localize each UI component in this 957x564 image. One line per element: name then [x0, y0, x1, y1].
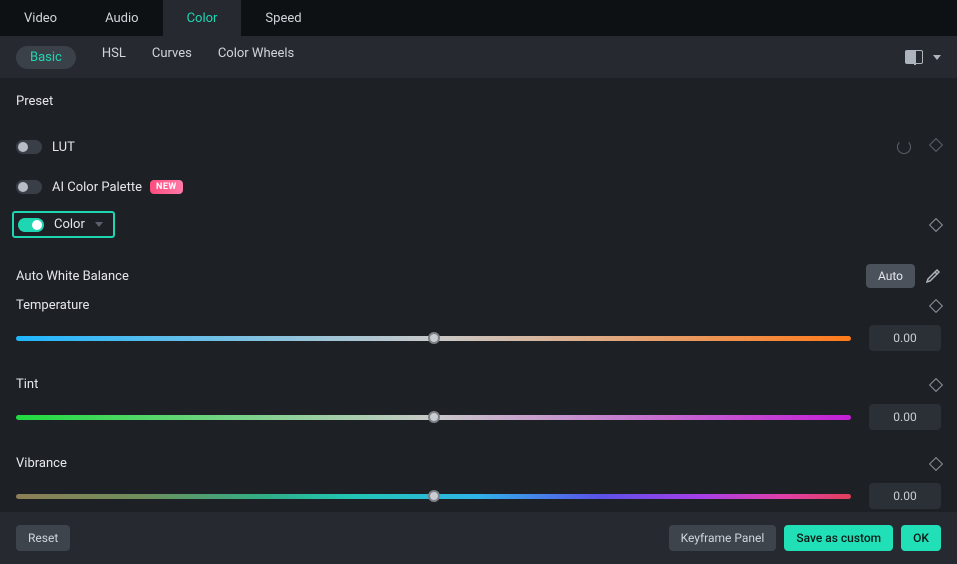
- temperature-keyframe-diamond-icon[interactable]: [929, 298, 943, 312]
- tint-label: Tint: [16, 377, 38, 392]
- content-panel: Preset LUT AI Color Palette NEW Color Au…: [0, 78, 957, 512]
- vibrance-block: Vibrance 0.00: [16, 456, 941, 509]
- collapse-arrow-icon: [95, 222, 103, 227]
- auto-button[interactable]: Auto: [866, 264, 915, 288]
- keyframe-panel-button[interactable]: Keyframe Panel: [669, 525, 777, 551]
- ok-button[interactable]: OK: [901, 525, 941, 551]
- sub-tab-color-wheels[interactable]: Color Wheels: [218, 46, 294, 69]
- eyedropper-icon[interactable]: [925, 268, 941, 284]
- tint-slider-thumb[interactable]: [428, 411, 440, 423]
- vibrance-slider-thumb[interactable]: [428, 490, 440, 502]
- lut-reset-icon[interactable]: [897, 140, 911, 154]
- temperature-value[interactable]: 0.00: [869, 325, 941, 351]
- tint-keyframe-diamond-icon[interactable]: [929, 377, 943, 391]
- color-section-row: Color: [16, 211, 941, 238]
- temperature-label: Temperature: [16, 298, 89, 313]
- reset-button[interactable]: Reset: [16, 525, 70, 551]
- color-keyframe-diamond-icon[interactable]: [929, 217, 943, 231]
- tab-video[interactable]: Video: [0, 0, 81, 36]
- sub-tabs-row: Basic HSL Curves Color Wheels: [0, 36, 957, 78]
- sub-tab-hsl[interactable]: HSL: [102, 46, 126, 69]
- sub-tab-curves[interactable]: Curves: [152, 46, 192, 69]
- tint-slider[interactable]: [16, 415, 851, 420]
- lut-keyframe-diamond-icon[interactable]: [929, 138, 943, 152]
- ai-palette-toggle[interactable]: [16, 180, 42, 194]
- compare-dropdown-icon[interactable]: [933, 55, 941, 60]
- tint-block: Tint 0.00: [16, 377, 941, 430]
- tab-color[interactable]: Color: [163, 0, 242, 36]
- top-tabs: Video Audio Color Speed: [0, 0, 957, 36]
- vibrance-keyframe-diamond-icon[interactable]: [929, 456, 943, 470]
- save-as-custom-button[interactable]: Save as custom: [784, 525, 893, 551]
- ai-palette-row: AI Color Palette NEW: [16, 167, 941, 207]
- lut-toggle[interactable]: [16, 140, 42, 154]
- vibrance-slider[interactable]: [16, 494, 851, 499]
- lut-row: LUT: [16, 127, 941, 167]
- vibrance-value[interactable]: 0.00: [869, 483, 941, 509]
- new-badge: NEW: [150, 180, 183, 194]
- bottom-bar: Reset Keyframe Panel Save as custom OK: [0, 512, 957, 564]
- tint-value[interactable]: 0.00: [869, 404, 941, 430]
- tab-audio[interactable]: Audio: [81, 0, 162, 36]
- awb-label: Auto White Balance: [16, 269, 129, 284]
- vibrance-label: Vibrance: [16, 456, 67, 471]
- color-label: Color: [54, 217, 85, 232]
- color-toggle[interactable]: [18, 218, 44, 232]
- tab-speed[interactable]: Speed: [241, 0, 325, 36]
- color-section-header[interactable]: Color: [12, 211, 115, 238]
- awb-row: Auto White Balance Auto: [16, 250, 941, 298]
- preset-label: Preset: [16, 94, 941, 109]
- compare-split-icon[interactable]: [905, 50, 923, 64]
- lut-label: LUT: [52, 140, 75, 155]
- compare-controls: [905, 50, 941, 64]
- temperature-slider-thumb[interactable]: [428, 332, 440, 344]
- temperature-slider[interactable]: [16, 336, 851, 341]
- sub-tab-basic[interactable]: Basic: [16, 46, 76, 69]
- ai-palette-label: AI Color Palette: [52, 180, 142, 195]
- temperature-block: Temperature 0.00: [16, 298, 941, 351]
- sub-tabs: Basic HSL Curves Color Wheels: [16, 46, 294, 69]
